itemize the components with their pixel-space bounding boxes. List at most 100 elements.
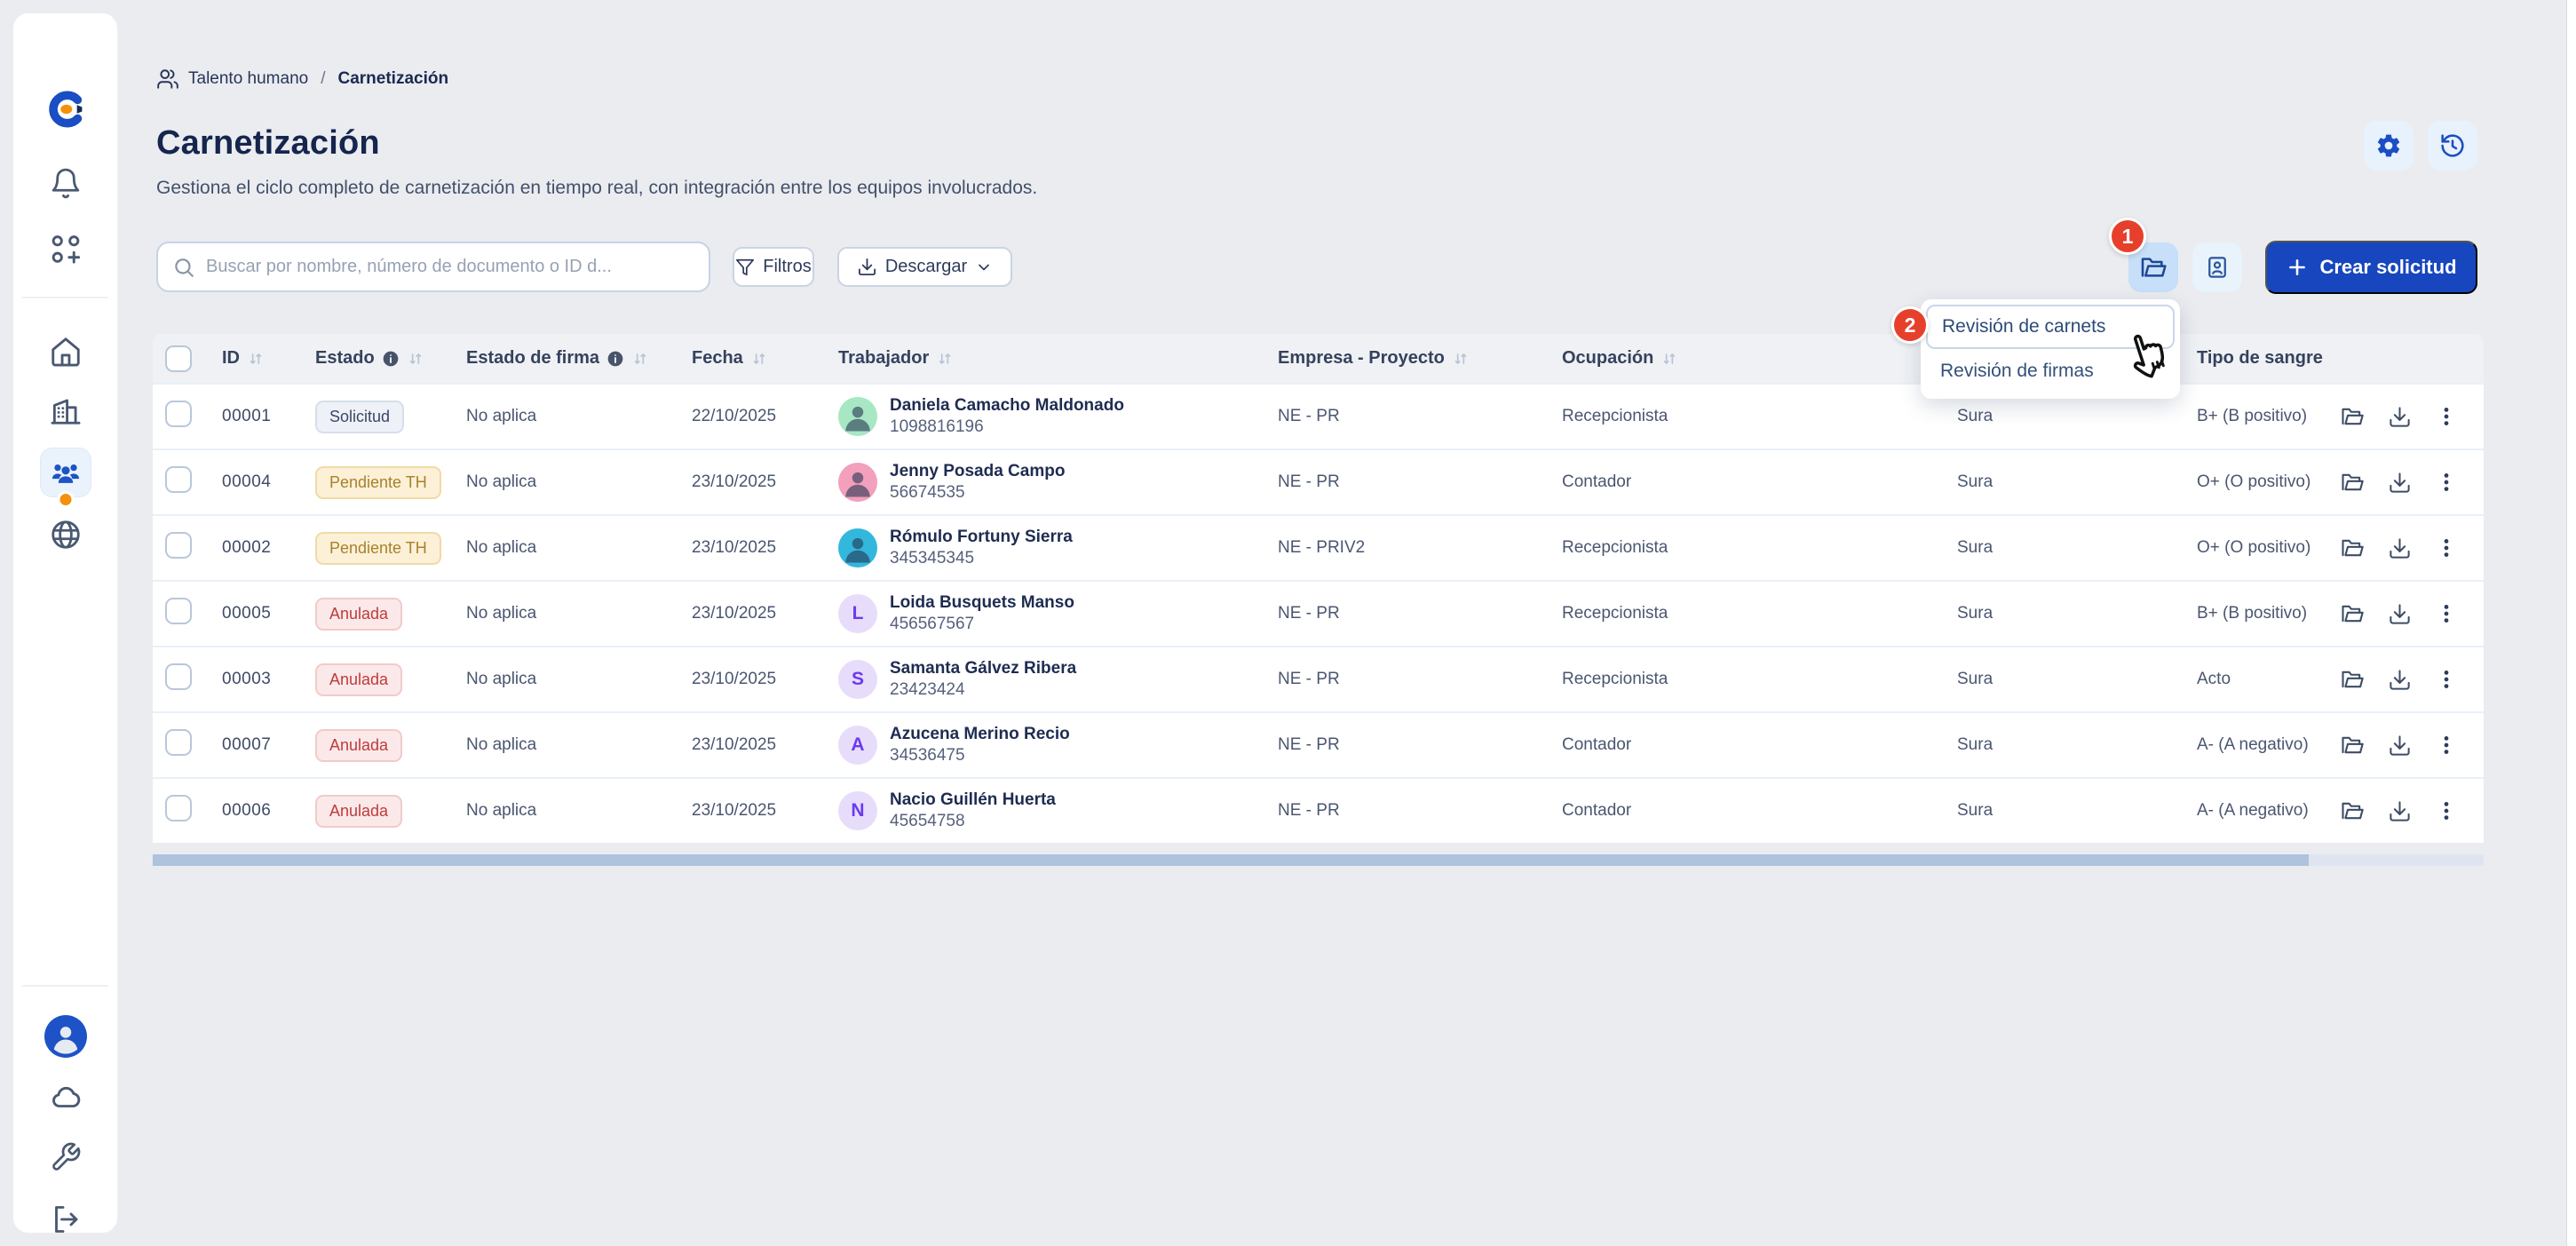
search-input[interactable] <box>206 257 694 277</box>
download-icon[interactable] <box>2388 668 2412 692</box>
column-estado-firma[interactable]: Estado de firma <box>454 348 679 369</box>
column-trabajador[interactable]: Trabajador <box>826 348 1265 369</box>
column-estado[interactable]: Estado <box>303 348 454 369</box>
active-indicator-dot <box>57 491 74 508</box>
worker-document: 34536475 <box>890 745 1070 766</box>
kebab-menu-icon[interactable] <box>2435 536 2458 560</box>
kebab-menu-icon[interactable] <box>2435 602 2458 625</box>
signature-status: No aplica <box>454 801 679 821</box>
breadcrumb: Talento humano / Carnetización <box>156 67 448 91</box>
column-ocupacion[interactable]: Ocupación <box>1550 348 1945 369</box>
apps-grid-icon[interactable] <box>49 233 82 266</box>
row-checkbox[interactable] <box>165 729 192 756</box>
kebab-menu-icon[interactable] <box>2435 668 2458 691</box>
download-icon[interactable] <box>2388 602 2412 626</box>
sort-icon[interactable] <box>1661 350 1678 368</box>
status-badge: Pendiente TH <box>315 532 441 565</box>
row-actions <box>2331 404 2484 429</box>
info-icon[interactable] <box>606 350 624 368</box>
row-date: 23/10/2025 <box>679 472 826 492</box>
sort-icon[interactable] <box>936 350 954 368</box>
wrench-icon[interactable] <box>50 1141 82 1173</box>
sort-icon[interactable] <box>631 350 649 368</box>
home-icon[interactable] <box>49 335 83 369</box>
worker-name[interactable]: Rómulo Fortuny Sierra <box>890 527 1073 548</box>
open-folder-icon[interactable] <box>2340 404 2365 429</box>
settings-button[interactable] <box>2364 121 2414 171</box>
column-tipo-sangre[interactable]: Tipo de sangre <box>2184 348 2331 369</box>
row-actions <box>2331 798 2484 823</box>
worker-document: 345345345 <box>890 548 1073 569</box>
chevron-down-icon <box>975 258 993 276</box>
row-checkbox[interactable] <box>165 532 192 559</box>
row-checkbox[interactable] <box>165 663 192 690</box>
globe-icon[interactable] <box>49 518 83 552</box>
table-row: 00003 Anulada No aplica 23/10/2025 S Sam… <box>153 646 2484 711</box>
worker-document: 1098816196 <box>890 417 1124 438</box>
worker-name[interactable]: Nacio Guillén Huerta <box>890 790 1056 811</box>
scrollbar-thumb[interactable] <box>153 854 2309 866</box>
browser-scrollbar-strip[interactable] <box>2566 0 2576 1246</box>
sort-icon[interactable] <box>750 350 768 368</box>
open-folder-icon[interactable] <box>2340 733 2365 758</box>
worker-name[interactable]: Samanta Gálvez Ribera <box>890 658 1076 679</box>
download-icon[interactable] <box>2388 405 2412 429</box>
worker-name[interactable]: Azucena Merino Recio <box>890 724 1070 745</box>
download-icon[interactable] <box>2388 471 2412 495</box>
history-button[interactable] <box>2428 121 2477 171</box>
cloud-icon[interactable] <box>49 1081 83 1115</box>
open-folder-icon[interactable] <box>2340 601 2365 626</box>
kebab-menu-icon[interactable] <box>2435 734 2458 757</box>
company-project: NE - PR <box>1265 735 1550 755</box>
id-card-button[interactable] <box>2192 242 2242 292</box>
table-horizontal-scrollbar[interactable] <box>153 854 2484 866</box>
download-icon[interactable] <box>2388 734 2412 758</box>
arl-provider: Sura <box>1945 735 2184 755</box>
signature-status: No aplica <box>454 407 679 426</box>
column-empresa[interactable]: Empresa - Proyecto <box>1265 348 1550 369</box>
page-subtitle: Gestiona el ciclo completo de carnetizac… <box>156 178 1037 199</box>
download-icon[interactable] <box>2388 799 2412 823</box>
row-checkbox[interactable] <box>165 598 192 624</box>
breadcrumb-section[interactable]: Talento humano <box>188 69 308 89</box>
open-folder-icon[interactable] <box>2340 470 2365 495</box>
row-id: 00004 <box>210 472 303 492</box>
company-project: NE - PRIV2 <box>1265 538 1550 558</box>
open-folder-icon[interactable] <box>2340 536 2365 560</box>
avatar <box>838 397 877 436</box>
kebab-menu-icon[interactable] <box>2435 405 2458 428</box>
sort-icon[interactable] <box>1452 350 1470 368</box>
company-building-icon[interactable] <box>49 393 83 427</box>
worker-name[interactable]: Daniela Camacho Maldonado <box>890 395 1124 417</box>
column-id[interactable]: ID <box>210 348 303 369</box>
column-fecha[interactable]: Fecha <box>679 348 826 369</box>
status-badge: Anulada <box>315 663 402 696</box>
kebab-menu-icon[interactable] <box>2435 471 2458 494</box>
info-icon[interactable] <box>382 350 400 368</box>
sidebar-item-talento-humano[interactable] <box>40 448 91 497</box>
worker-name[interactable]: Loida Busquets Manso <box>890 592 1074 614</box>
logout-icon[interactable] <box>50 1203 82 1235</box>
worker-name[interactable]: Jenny Posada Campo <box>890 461 1065 482</box>
row-date: 23/10/2025 <box>679 604 826 623</box>
select-all-checkbox[interactable] <box>165 345 192 372</box>
row-checkbox[interactable] <box>165 795 192 821</box>
user-avatar[interactable] <box>44 1015 87 1058</box>
sidebar <box>12 12 118 1234</box>
filters-button[interactable]: Filtros <box>733 247 814 287</box>
signature-status: No aplica <box>454 472 679 492</box>
download-icon[interactable] <box>2388 536 2412 560</box>
create-request-button[interactable]: Crear solicitud <box>2265 241 2477 294</box>
open-folder-icon[interactable] <box>2340 667 2365 692</box>
sort-icon[interactable] <box>407 350 424 368</box>
status-badge: Anulada <box>315 598 402 631</box>
avatar: L <box>838 594 877 633</box>
row-checkbox[interactable] <box>165 466 192 493</box>
open-folder-icon[interactable] <box>2340 798 2365 823</box>
row-checkbox[interactable] <box>165 401 192 427</box>
notifications-bell-icon[interactable] <box>49 167 82 200</box>
kebab-menu-icon[interactable] <box>2435 799 2458 822</box>
sort-icon[interactable] <box>247 350 265 368</box>
download-button[interactable]: Descargar <box>837 247 1012 287</box>
row-date: 23/10/2025 <box>679 735 826 755</box>
